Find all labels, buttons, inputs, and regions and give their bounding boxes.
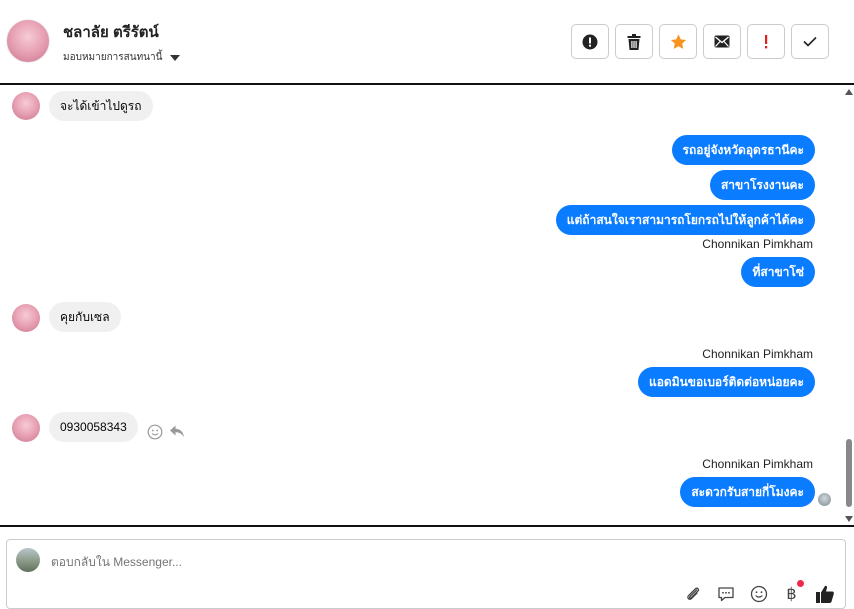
thumbs-up-icon [815,585,834,603]
chat-bubble-icon [717,586,734,601]
star-icon [670,34,686,49]
exclamation-circle-icon [582,34,598,49]
scrollbar-thumb[interactable] [846,439,852,507]
spam-button[interactable] [571,24,609,59]
outgoing-message[interactable]: ที่สาขาโซ่ [741,257,815,287]
contact-avatar-small[interactable] [12,304,40,332]
emoji-button[interactable] [748,583,769,604]
envelope-icon [714,35,730,48]
incoming-message[interactable]: จะได้เข้าไปดูรถ [49,91,153,121]
checkmark-icon [803,36,817,47]
scroll-down-arrow-icon[interactable] [845,516,853,522]
contact-name[interactable]: ชลาลัย ตรีรัตน์ [63,20,159,44]
like-button[interactable] [814,583,835,604]
notification-dot [797,580,804,587]
exclamation-mark-icon [765,34,768,48]
outgoing-message[interactable]: สะดวกรับสายกี่โมงคะ [680,477,815,507]
paperclip-icon [686,587,699,600]
thread-scrollbar[interactable] [844,87,854,524]
baht-icon: ฿ [786,584,797,603]
delete-button[interactable] [615,24,653,59]
trash-icon [627,33,641,50]
message-thread[interactable]: จะได้เข้าไปดูรถ รถอยู่จังหวัดอุดรธานีคะ … [0,87,844,524]
incoming-message[interactable]: 0930058343 [49,412,138,442]
incoming-message[interactable]: คุยกับเซล [49,302,121,332]
reply-composer: ฿ [0,525,854,609]
reply-icon[interactable] [169,423,185,439]
caret-down-icon [170,54,181,61]
attach-button[interactable] [682,583,703,604]
assign-conversation-dropdown[interactable]: มอบหมายการสนทนานี้ [63,50,181,65]
reply-box[interactable]: ฿ [6,539,846,609]
action-toolbar [571,24,829,59]
mark-done-button[interactable] [791,24,829,59]
seen-indicator-avatar [818,493,831,506]
outgoing-message[interactable]: แอดมินขอเบอร์ติดต่อหน่อยคะ [637,367,815,397]
composer-tools: ฿ [682,580,835,604]
saved-replies-button[interactable] [715,583,736,604]
payment-button[interactable]: ฿ [781,580,804,604]
sender-name: Chonnikan Pimkham [702,457,813,471]
contact-avatar[interactable] [6,19,50,63]
follow-up-button[interactable] [747,24,785,59]
mark-unread-button[interactable] [703,24,741,59]
star-button[interactable] [659,24,697,59]
reply-input[interactable] [51,555,551,569]
outgoing-message[interactable]: สาขาโรงงานคะ [709,170,815,200]
contact-avatar-small[interactable] [12,92,40,120]
react-smiley-icon[interactable] [147,424,163,440]
page-avatar [16,548,40,572]
conversation-header: ชลาลัย ตรีรัตน์ มอบหมายการสนทนานี้ [0,0,854,85]
sender-name: Chonnikan Pimkham [702,347,813,361]
outgoing-message[interactable]: แต่ถ้าสนใจเราสามารถโยกรถไปให้ลูกค้าได้คะ [555,205,815,235]
smiley-icon [750,585,767,602]
sender-name: Chonnikan Pimkham [702,237,813,251]
outgoing-message[interactable]: รถอยู่จังหวัดอุดรธานีคะ [671,135,815,165]
contact-avatar-small[interactable] [12,414,40,442]
assign-label: มอบหมายการสนทนานี้ [63,52,163,63]
scroll-up-arrow-icon[interactable] [845,89,853,95]
